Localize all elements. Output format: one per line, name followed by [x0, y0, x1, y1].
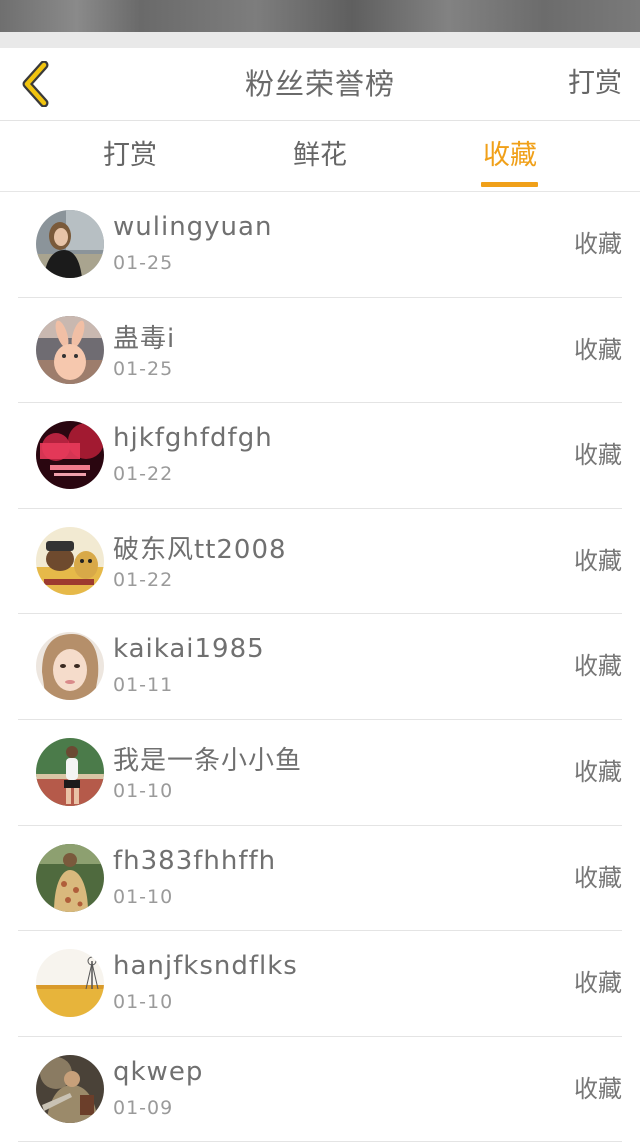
tab-reward[interactable]: 打赏 — [70, 121, 190, 191]
avatar-photo-face-icon — [36, 632, 104, 701]
avatar[interactable] — [36, 526, 104, 595]
status-bar — [0, 0, 640, 32]
avatar[interactable] — [36, 632, 104, 701]
user-name: qkwep — [113, 1056, 204, 1087]
item-date: 01-10 — [113, 885, 174, 908]
item-action-label: 收藏 — [574, 1074, 622, 1103]
item-action-label: 收藏 — [574, 863, 622, 892]
avatar[interactable] — [36, 421, 104, 490]
item-date: 01-25 — [113, 357, 174, 380]
status-bar-gap — [0, 32, 640, 48]
tab-bar: 打赏 鲜花 收藏 — [0, 121, 640, 192]
user-name: 蛊毒i — [113, 323, 176, 354]
list-item[interactable]: kaikai1985 01-11 收藏 — [18, 614, 622, 720]
item-date: 01-22 — [113, 463, 174, 486]
list-item[interactable]: fh383fhhffh 01-10 收藏 — [18, 826, 622, 932]
item-date: 01-10 — [113, 991, 174, 1014]
user-name: kaikai1985 — [113, 634, 265, 665]
user-name: 破东风tt2008 — [113, 534, 287, 565]
fan-list: wulingyuan 01-25 收藏 蛊毒i 01-25 收藏 hjkfghf… — [0, 192, 640, 1142]
header: 粉丝荣誉榜 打赏 — [0, 48, 640, 121]
item-date: 01-22 — [113, 568, 174, 591]
avatar[interactable] — [36, 315, 104, 384]
user-name: hanjfksndflks — [113, 951, 298, 982]
list-item[interactable]: wulingyuan 01-25 收藏 — [18, 192, 622, 298]
item-date: 01-25 — [113, 252, 174, 274]
list-item[interactable]: hjkfghfdfgh 01-22 收藏 — [18, 403, 622, 509]
list-item[interactable]: 破东风tt2008 01-22 收藏 — [18, 509, 622, 615]
item-date: 01-09 — [113, 1096, 174, 1119]
item-action-label: 收藏 — [574, 546, 622, 575]
user-name: wulingyuan — [113, 212, 273, 242]
list-item[interactable]: qkwep 01-09 收藏 — [18, 1037, 622, 1142]
avatar-photo-runner-icon — [36, 737, 104, 806]
active-tab-indicator — [481, 182, 538, 187]
item-action-label: 收藏 — [574, 335, 622, 364]
avatar-photo-field-icon — [36, 949, 104, 1018]
item-action-label: 收藏 — [574, 441, 622, 470]
item-action-label: 收藏 — [574, 757, 622, 786]
avatar-photo-floral-icon — [36, 843, 104, 912]
user-name: 我是一条小小鱼 — [113, 745, 303, 776]
avatar[interactable] — [36, 843, 104, 912]
tab-flowers[interactable]: 鲜花 — [260, 121, 380, 191]
list-item[interactable]: 我是一条小小鱼 01-10 收藏 — [18, 720, 622, 826]
page-title: 粉丝荣誉榜 — [244, 67, 395, 101]
list-item[interactable]: hanjfksndflks 01-10 收藏 — [18, 931, 622, 1037]
reward-button[interactable]: 打赏 — [568, 48, 622, 120]
item-action-label: 收藏 — [574, 230, 622, 258]
avatar-photo-woman-icon — [36, 210, 104, 278]
item-date: 01-10 — [113, 779, 174, 802]
avatar-photo-red-graphic-icon — [36, 421, 104, 490]
item-date: 01-11 — [113, 674, 174, 697]
avatar[interactable] — [36, 737, 104, 806]
item-action-label: 收藏 — [574, 652, 622, 681]
avatar[interactable] — [36, 949, 104, 1018]
item-action-label: 收藏 — [574, 969, 622, 998]
tab-favorites[interactable]: 收藏 — [450, 121, 570, 191]
user-name: hjkfghfdfgh — [113, 423, 273, 454]
avatar[interactable] — [36, 210, 104, 278]
user-name: fh383fhhffh — [113, 845, 277, 876]
avatar-photo-cartoon-icon — [36, 526, 104, 595]
avatar[interactable] — [36, 1054, 104, 1123]
avatar-photo-warrior-icon — [36, 1054, 104, 1123]
avatar-photo-rabbit-icon — [36, 315, 104, 384]
list-item[interactable]: 蛊毒i 01-25 收藏 — [18, 298, 622, 404]
